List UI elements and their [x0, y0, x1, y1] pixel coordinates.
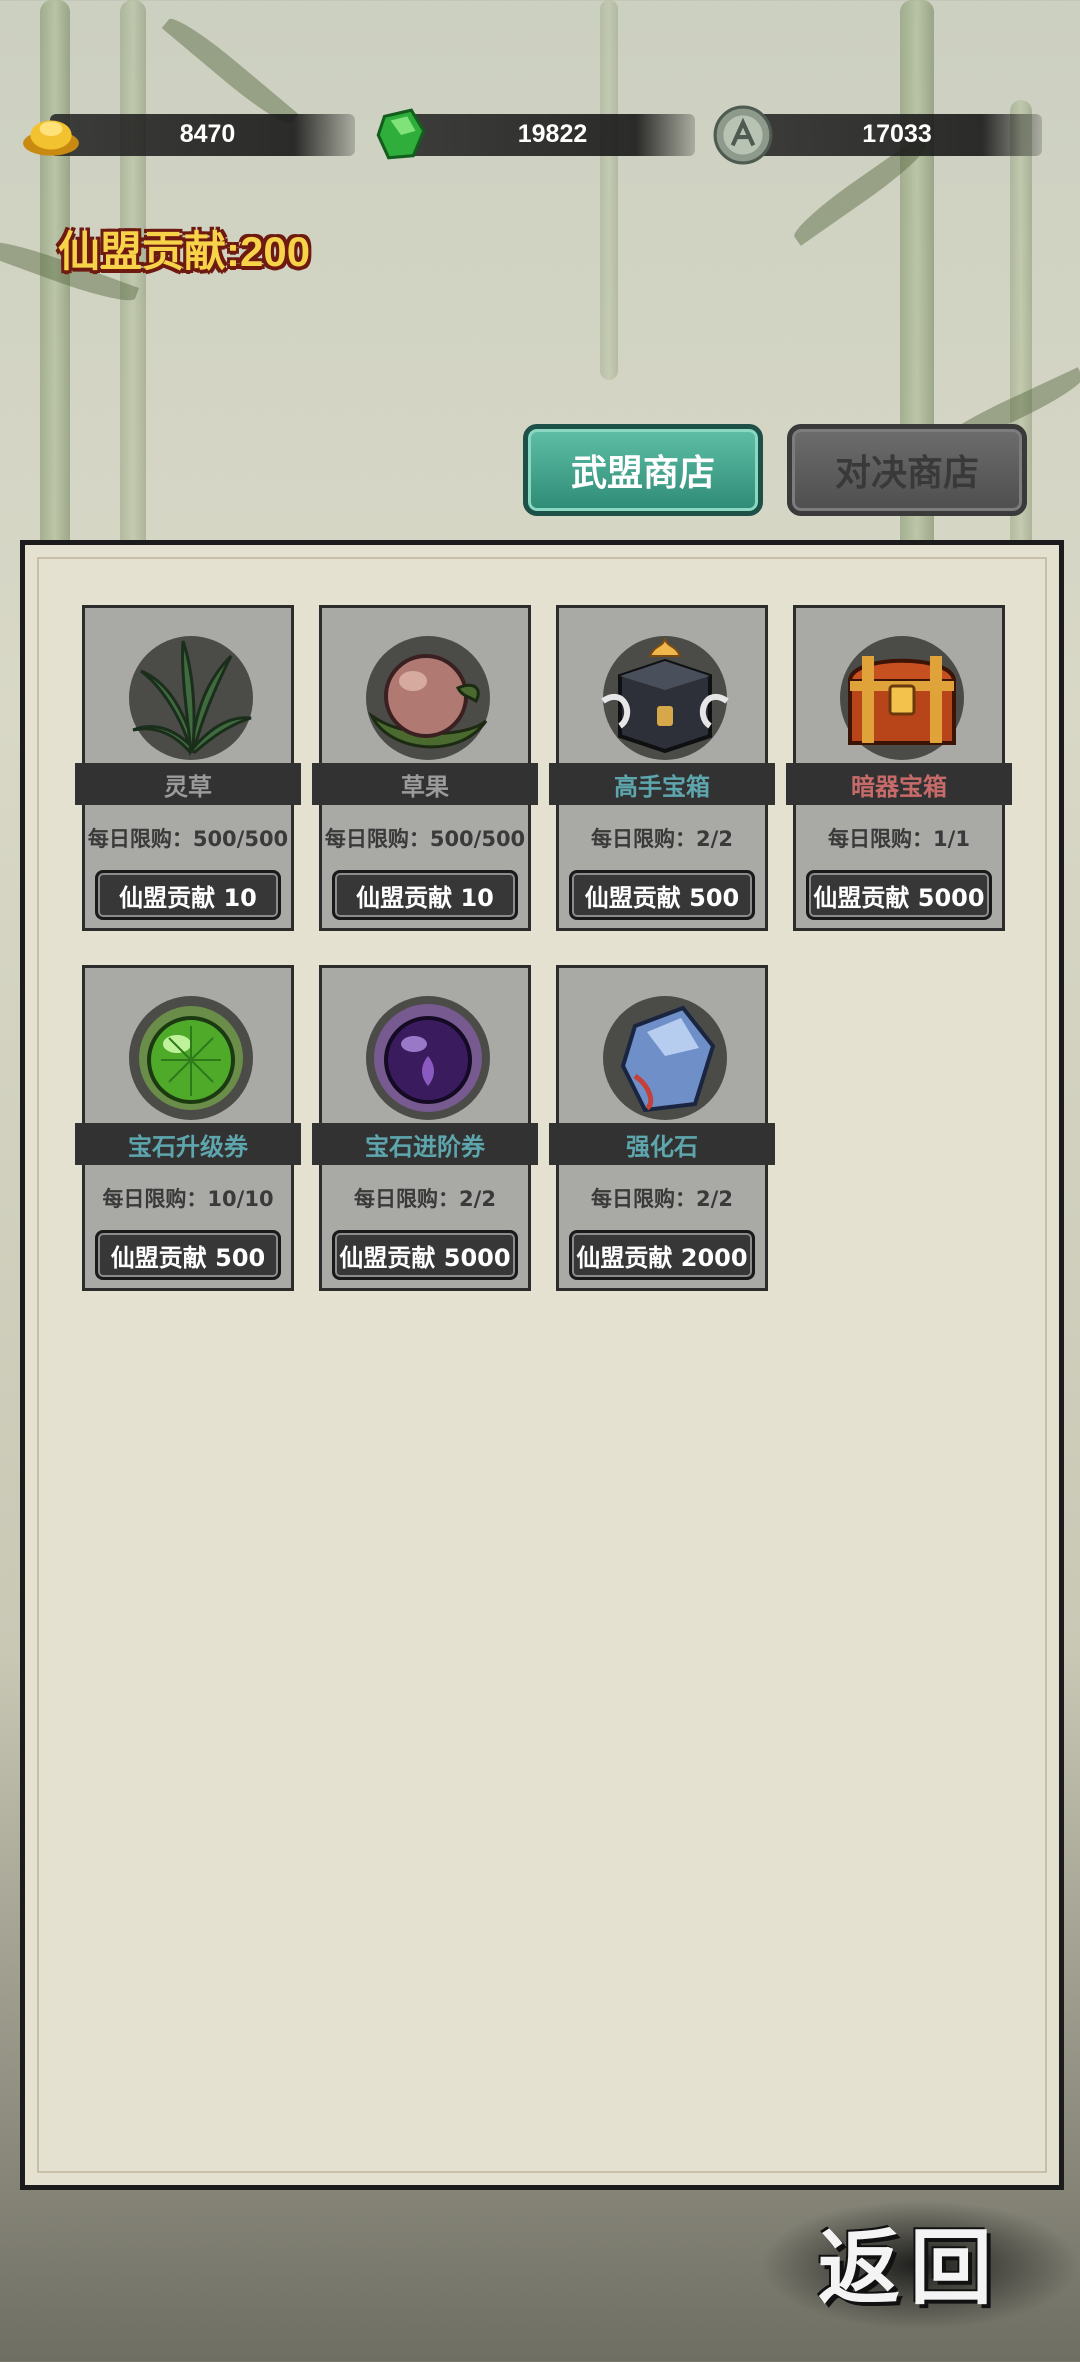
- purchase-limit: 每日限购：2/2: [591, 827, 733, 851]
- gold-currency: 8470: [20, 110, 355, 160]
- master-chest-icon: [601, 636, 729, 760]
- shop-item-card[interactable]: 草果 每日限购：500/500 仙盟贡献 10: [312, 605, 538, 931]
- gold-amount: 8470: [179, 120, 236, 148]
- shop-item-card[interactable]: 强化石 每日限购：2/2 仙盟贡献 2000: [549, 965, 775, 1291]
- purchase-limit: 每日限购：500/500: [87, 827, 289, 851]
- buy-button[interactable]: 仙盟贡献 10: [95, 870, 281, 920]
- purple-gem-orb-icon: [366, 996, 490, 1120]
- buy-button[interactable]: 仙盟贡献 5000: [806, 870, 992, 920]
- jade-currency: 19822: [370, 108, 695, 160]
- jade-amount: 19822: [517, 120, 588, 148]
- buy-button[interactable]: 仙盟贡献 5000: [332, 1230, 518, 1280]
- item-name: 宝石进阶券: [312, 1123, 538, 1165]
- purchase-limit: 每日限购：1/1: [828, 827, 970, 851]
- coin-currency: 17033: [712, 105, 1042, 165]
- buy-button[interactable]: 仙盟贡献 10: [332, 870, 518, 920]
- purchase-limit: 每日限购：500/500: [324, 827, 526, 851]
- purchase-limit: 每日限购：2/2: [354, 1187, 496, 1211]
- purchase-limit: 每日限购：10/10: [102, 1187, 274, 1211]
- item-name: 宝石升级券: [75, 1123, 301, 1165]
- fruit-icon: [366, 636, 490, 760]
- buy-button[interactable]: 仙盟贡献 500: [569, 870, 755, 920]
- treasure-chest-icon: [840, 636, 964, 760]
- enhance-stone-icon: [603, 996, 727, 1120]
- green-gem-orb-icon: [129, 996, 253, 1120]
- buy-button[interactable]: 仙盟贡献 2000: [569, 1230, 755, 1280]
- shop-item-card[interactable]: 高手宝箱 每日限购：2/2 仙盟贡献 500: [549, 605, 775, 931]
- herb-icon: [129, 636, 253, 760]
- buy-button[interactable]: 仙盟贡献 500: [95, 1230, 281, 1280]
- item-name: 高手宝箱: [549, 763, 775, 805]
- tab-alliance-shop[interactable]: 武盟商店: [523, 424, 763, 516]
- tab-duel-shop[interactable]: 对决商店: [787, 424, 1027, 516]
- shop-item-card[interactable]: 宝石升级券 每日限购：10/10 仙盟贡献 500: [75, 965, 301, 1291]
- shop-item-card[interactable]: 灵草 每日限购：500/500 仙盟贡献 10: [75, 605, 301, 931]
- item-name: 草果: [312, 763, 538, 805]
- shop-item-card[interactable]: 宝石进阶券 每日限购：2/2 仙盟贡献 5000: [312, 965, 538, 1291]
- item-name: 暗器宝箱: [786, 763, 1012, 805]
- shop-panel: 灵草 每日限购：500/500 仙盟贡献 10 草果 每日限购：500/500 …: [20, 540, 1064, 2190]
- coin-amount: 17033: [862, 120, 932, 148]
- item-name: 强化石: [549, 1123, 775, 1165]
- back-button[interactable]: 返回: [790, 2205, 1030, 2316]
- alliance-contribution: 仙盟贡献:200: [58, 228, 311, 275]
- shop-item-card[interactable]: 暗器宝箱 每日限购：1/1 仙盟贡献 5000: [786, 605, 1012, 931]
- item-name: 灵草: [75, 763, 301, 805]
- purchase-limit: 每日限购：2/2: [591, 1187, 733, 1211]
